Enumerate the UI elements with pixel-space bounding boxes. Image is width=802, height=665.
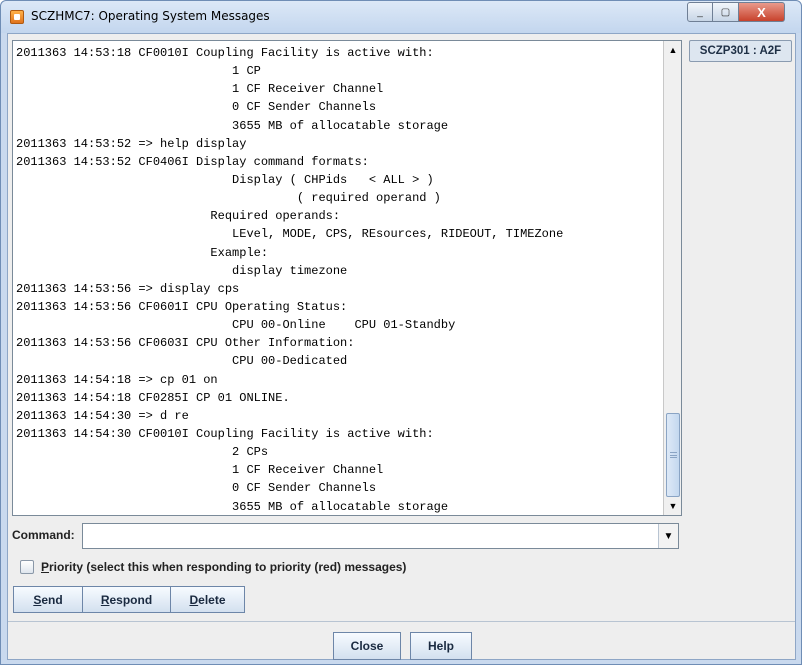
chevron-down-icon: ▼ xyxy=(663,530,674,542)
message-line: 2011363 14:54:18 => cp 01 on xyxy=(16,372,218,387)
send-label: end xyxy=(41,592,63,607)
send-mnemonic: S xyxy=(33,592,42,607)
arrow-down-icon: ▼ xyxy=(668,501,678,511)
message-line: 1 CF Receiver Channel xyxy=(16,82,384,97)
delete-button[interactable]: Delete xyxy=(171,586,245,613)
dialog-content: 2011363 14:53:18 CF0010I Coupling Facili… xyxy=(7,33,796,660)
message-line: 1 CF Receiver Channel xyxy=(16,463,384,478)
priority-checkbox[interactable] xyxy=(20,560,34,574)
footer-divider xyxy=(8,621,795,622)
message-line: 0 CF Sender Channels xyxy=(16,100,377,115)
message-line: 3655 MB of allocatable storage xyxy=(16,118,449,133)
window-controls: _ ▢ X xyxy=(687,2,785,22)
close-icon: X xyxy=(757,4,766,20)
scroll-up-button[interactable]: ▲ xyxy=(665,42,681,58)
minimize-button[interactable]: _ xyxy=(687,2,713,22)
message-line: 2011363 14:54:18 CF0285I CP 01 ONLINE. xyxy=(16,390,290,405)
message-line: ( required operand ) xyxy=(16,191,441,206)
command-combo[interactable]: ▼ xyxy=(82,523,679,549)
respond-mnemonic: R xyxy=(100,592,110,607)
priority-label[interactable]: Priority (select this when responding to… xyxy=(41,560,406,574)
delete-mnemonic: D xyxy=(189,592,199,607)
tab-sczp301-a2f[interactable]: SCZP301 : A2F xyxy=(689,40,792,62)
maximize-icon: ▢ xyxy=(720,6,731,18)
scroll-down-button[interactable]: ▼ xyxy=(665,498,681,514)
message-line: 2011363 14:53:18 CF0010I Coupling Facili… xyxy=(16,46,434,60)
send-button[interactable]: Send xyxy=(13,586,83,613)
delete-label: elete xyxy=(198,592,226,607)
message-line: Display ( CHPids < ALL > ) xyxy=(16,172,434,187)
minimize-icon: _ xyxy=(697,6,703,18)
message-line: 2011363 14:54:30 CF0010I Coupling Facili… xyxy=(16,426,434,441)
message-line: CPU 00-Online CPU 01-Standby xyxy=(16,318,456,333)
respond-label: espond xyxy=(109,592,153,607)
message-line: Example: xyxy=(16,245,269,260)
arrow-up-icon: ▲ xyxy=(668,45,678,55)
message-line: 3655 MB of allocatable storage xyxy=(16,499,449,514)
message-line: 2011363 14:54:30 => d re xyxy=(16,408,189,423)
message-line: 2 CPs xyxy=(16,445,269,460)
message-action-buttons: Send Respond Delete xyxy=(13,586,245,613)
message-line: 2011363 14:53:56 => display cps xyxy=(16,281,240,296)
message-line: CPU 00-Dedicated xyxy=(16,354,348,369)
command-input[interactable] xyxy=(83,524,658,548)
respond-button[interactable]: Respond xyxy=(83,586,171,613)
message-line: LEvel, MODE, CPS, REsources, RIDEOUT, TI… xyxy=(16,227,564,242)
message-line: 0 CF Sender Channels xyxy=(16,481,377,496)
scrollbar-thumb[interactable] xyxy=(666,413,680,497)
command-label: Command: xyxy=(12,528,75,542)
message-lines: 2011363 14:53:18 CF0010I Coupling Facili… xyxy=(16,44,662,515)
grip-icon xyxy=(670,452,677,458)
message-line: 2011363 14:53:56 CF0603I CPU Other Infor… xyxy=(16,336,355,351)
message-line: 2011363 14:53:52 => help display xyxy=(16,136,247,151)
message-line: Required operands: xyxy=(16,209,341,224)
message-line: 1 CP xyxy=(16,64,261,79)
message-line: 2011363 14:53:56 CF0601I CPU Operating S… xyxy=(16,299,348,314)
close-window-button[interactable]: X xyxy=(739,2,785,22)
close-button[interactable]: Close xyxy=(333,632,401,660)
maximize-button[interactable]: ▢ xyxy=(713,2,739,22)
command-dropdown-button[interactable]: ▼ xyxy=(658,524,678,548)
message-line: display timezone xyxy=(16,263,348,278)
message-line: 2011363 14:53:52 CF0406I Display command… xyxy=(16,154,369,169)
window-title: SCZHMC7: Operating System Messages xyxy=(31,9,270,23)
help-button[interactable]: Help xyxy=(410,632,472,660)
priority-option[interactable]: Priority (select this when responding to… xyxy=(20,560,406,574)
os-messages-window: SCZHMC7: Operating System Messages _ ▢ X… xyxy=(0,0,802,665)
message-log[interactable]: 2011363 14:53:18 CF0010I Coupling Facili… xyxy=(12,40,682,516)
message-log-scrollbar[interactable]: ▲ ▼ xyxy=(663,41,681,515)
title-bar[interactable]: SCZHMC7: Operating System Messages _ ▢ X xyxy=(1,1,801,33)
priority-label-text: riority (select this when responding to … xyxy=(49,560,407,574)
java-app-icon xyxy=(10,10,24,24)
priority-mnemonic: P xyxy=(41,560,50,574)
